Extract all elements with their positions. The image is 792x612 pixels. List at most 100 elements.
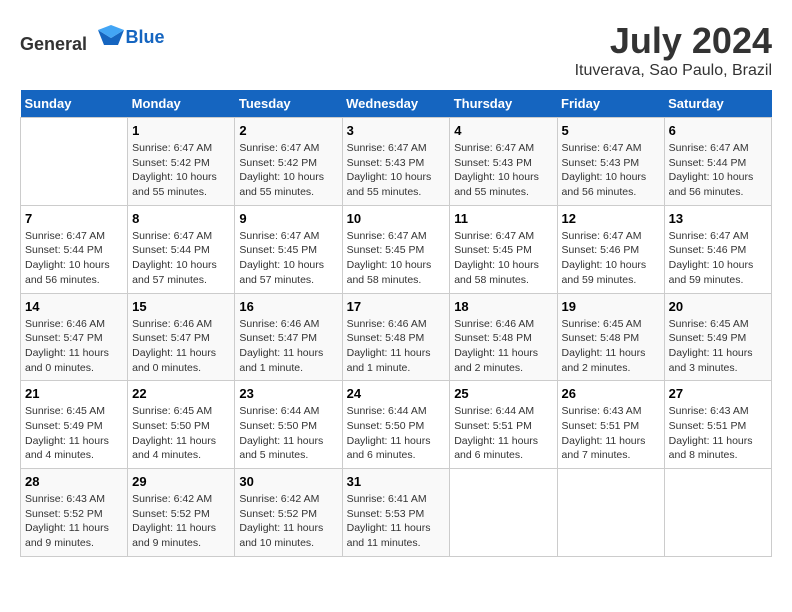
day-number: 6	[669, 123, 767, 138]
calendar-cell: 17 Sunrise: 6:46 AM Sunset: 5:48 PM Dayli…	[342, 293, 450, 381]
calendar-cell	[664, 469, 771, 557]
logo-blue-text: Blue	[126, 27, 165, 47]
day-number: 30	[239, 474, 337, 489]
day-number: 28	[25, 474, 123, 489]
day-info: Sunrise: 6:47 AM Sunset: 5:45 PM Dayligh…	[454, 229, 552, 288]
calendar-cell: 13Sunrise: 6:47 AM Sunset: 5:46 PM Dayli…	[664, 205, 771, 293]
calendar-cell	[21, 118, 128, 206]
calendar-cell: 4 Sunrise: 6:47 AM Sunset: 5:43 PM Daylig…	[450, 118, 557, 206]
day-number: 11	[454, 211, 552, 226]
day-info: Sunrise: 6:47 AM Sunset: 5:43 PM Dayligh…	[562, 141, 660, 200]
day-number: 26	[562, 386, 660, 401]
day-info: Sunrise: 6:43 AM Sunset: 5:51 PM Dayligh…	[669, 404, 767, 463]
calendar-cell: 6 Sunrise: 6:47 AM Sunset: 5:44 PM Daylig…	[664, 118, 771, 206]
header-day-sunday: Sunday	[21, 90, 128, 118]
day-info: Sunrise: 6:47 AM Sunset: 5:44 PM Dayligh…	[25, 229, 123, 288]
calendar-cell: 30 Sunrise: 6:42 AM Sunset: 5:52 PM Dayli…	[235, 469, 342, 557]
day-number: 7	[25, 211, 123, 226]
calendar-cell: 7 Sunrise: 6:47 AM Sunset: 5:44 PM Daylig…	[21, 205, 128, 293]
day-number: 29	[132, 474, 230, 489]
calendar-cell: 16 Sunrise: 6:46 AM Sunset: 5:47 PM Dayli…	[235, 293, 342, 381]
day-info: Sunrise: 6:45 AM Sunset: 5:49 PM Dayligh…	[25, 404, 123, 463]
day-number: 21	[25, 386, 123, 401]
day-info: Sunrise: 6:47 AM Sunset: 5:45 PM Dayligh…	[239, 229, 337, 288]
day-number: 27	[669, 386, 767, 401]
calendar-cell: 20Sunrise: 6:45 AM Sunset: 5:49 PM Dayli…	[664, 293, 771, 381]
day-info: Sunrise: 6:42 AM Sunset: 5:52 PM Dayligh…	[239, 492, 337, 551]
calendar-cell: 14 Sunrise: 6:46 AM Sunset: 5:47 PM Dayli…	[21, 293, 128, 381]
day-info: Sunrise: 6:46 AM Sunset: 5:47 PM Dayligh…	[239, 317, 337, 376]
day-info: Sunrise: 6:47 AM Sunset: 5:44 PM Dayligh…	[132, 229, 230, 288]
day-info: Sunrise: 6:41 AM Sunset: 5:53 PM Dayligh…	[347, 492, 446, 551]
day-number: 23	[239, 386, 337, 401]
day-info: Sunrise: 6:47 AM Sunset: 5:42 PM Dayligh…	[239, 141, 337, 200]
calendar-cell: 21 Sunrise: 6:45 AM Sunset: 5:49 PM Dayli…	[21, 381, 128, 469]
header-day-thursday: Thursday	[450, 90, 557, 118]
day-info: Sunrise: 6:47 AM Sunset: 5:46 PM Dayligh…	[562, 229, 660, 288]
header-day-saturday: Saturday	[664, 90, 771, 118]
day-number: 1	[132, 123, 230, 138]
calendar-cell: 22 Sunrise: 6:45 AM Sunset: 5:50 PM Dayli…	[128, 381, 235, 469]
calendar-cell: 27 Sunrise: 6:43 AM Sunset: 5:51 PM Dayli…	[664, 381, 771, 469]
calendar-cell: 29 Sunrise: 6:42 AM Sunset: 5:52 PM Dayli…	[128, 469, 235, 557]
calendar-cell: 12Sunrise: 6:47 AM Sunset: 5:46 PM Dayli…	[557, 205, 664, 293]
calendar-cell: 5Sunrise: 6:47 AM Sunset: 5:43 PM Daylig…	[557, 118, 664, 206]
calendar-cell: 1Sunrise: 6:47 AM Sunset: 5:42 PM Daylig…	[128, 118, 235, 206]
header: General Blue July 2024 Ituverava, Sao Pa…	[20, 20, 772, 80]
calendar-week-4: 21 Sunrise: 6:45 AM Sunset: 5:49 PM Dayli…	[21, 381, 772, 469]
day-info: Sunrise: 6:43 AM Sunset: 5:51 PM Dayligh…	[562, 404, 660, 463]
day-info: Sunrise: 6:42 AM Sunset: 5:52 PM Dayligh…	[132, 492, 230, 551]
day-number: 18	[454, 299, 552, 314]
day-info: Sunrise: 6:45 AM Sunset: 5:49 PM Dayligh…	[669, 317, 767, 376]
day-number: 19	[562, 299, 660, 314]
calendar-cell: 15Sunrise: 6:46 AM Sunset: 5:47 PM Dayli…	[128, 293, 235, 381]
header-day-friday: Friday	[557, 90, 664, 118]
calendar-cell: 8Sunrise: 6:47 AM Sunset: 5:44 PM Daylig…	[128, 205, 235, 293]
calendar-cell: 10 Sunrise: 6:47 AM Sunset: 5:45 PM Dayli…	[342, 205, 450, 293]
calendar-cell: 24 Sunrise: 6:44 AM Sunset: 5:50 PM Dayli…	[342, 381, 450, 469]
day-info: Sunrise: 6:47 AM Sunset: 5:44 PM Dayligh…	[669, 141, 767, 200]
day-info: Sunrise: 6:47 AM Sunset: 5:43 PM Dayligh…	[347, 141, 446, 200]
day-number: 16	[239, 299, 337, 314]
calendar-week-1: 1 Sunrise: 6:47 AM Sunset: 5:42 PM Daylig…	[21, 118, 772, 206]
day-info: Sunrise: 6:47 AM Sunset: 5:46 PM Dayligh…	[669, 229, 767, 288]
calendar-cell: 25Sunrise: 6:44 AM Sunset: 5:51 PM Dayli…	[450, 381, 557, 469]
calendar-week-5: 28Sunrise: 6:43 AM Sunset: 5:52 PM Dayli…	[21, 469, 772, 557]
day-number: 9	[239, 211, 337, 226]
day-info: Sunrise: 6:46 AM Sunset: 5:48 PM Dayligh…	[454, 317, 552, 376]
calendar-table: SundayMondayTuesdayWednesdayThursdayFrid…	[20, 90, 772, 557]
day-info: Sunrise: 6:44 AM Sunset: 5:50 PM Dayligh…	[239, 404, 337, 463]
calendar-cell: 26 Sunrise: 6:43 AM Sunset: 5:51 PM Dayli…	[557, 381, 664, 469]
calendar-cell: 2Sunrise: 6:47 AM Sunset: 5:42 PM Daylig…	[235, 118, 342, 206]
header-day-wednesday: Wednesday	[342, 90, 450, 118]
day-info: Sunrise: 6:45 AM Sunset: 5:48 PM Dayligh…	[562, 317, 660, 376]
day-info: Sunrise: 6:47 AM Sunset: 5:45 PM Dayligh…	[347, 229, 446, 288]
day-number: 22	[132, 386, 230, 401]
logo-icon	[96, 20, 126, 50]
day-info: Sunrise: 6:44 AM Sunset: 5:51 PM Dayligh…	[454, 404, 552, 463]
header-day-monday: Monday	[128, 90, 235, 118]
day-number: 31	[347, 474, 446, 489]
day-number: 14	[25, 299, 123, 314]
day-number: 24	[347, 386, 446, 401]
calendar-header-row: SundayMondayTuesdayWednesdayThursdayFrid…	[21, 90, 772, 118]
day-info: Sunrise: 6:47 AM Sunset: 5:43 PM Dayligh…	[454, 141, 552, 200]
day-info: Sunrise: 6:45 AM Sunset: 5:50 PM Dayligh…	[132, 404, 230, 463]
calendar-cell: 31 Sunrise: 6:41 AM Sunset: 5:53 PM Dayli…	[342, 469, 450, 557]
calendar-cell: 18 Sunrise: 6:46 AM Sunset: 5:48 PM Dayli…	[450, 293, 557, 381]
calendar-cell: 23 Sunrise: 6:44 AM Sunset: 5:50 PM Dayli…	[235, 381, 342, 469]
day-info: Sunrise: 6:46 AM Sunset: 5:48 PM Dayligh…	[347, 317, 446, 376]
calendar-cell	[450, 469, 557, 557]
day-info: Sunrise: 6:44 AM Sunset: 5:50 PM Dayligh…	[347, 404, 446, 463]
calendar-cell: 19 Sunrise: 6:45 AM Sunset: 5:48 PM Dayli…	[557, 293, 664, 381]
title-area: July 2024 Ituverava, Sao Paulo, Brazil	[575, 20, 772, 80]
day-number: 4	[454, 123, 552, 138]
day-number: 3	[347, 123, 446, 138]
subtitle: Ituverava, Sao Paulo, Brazil	[575, 62, 772, 80]
day-number: 10	[347, 211, 446, 226]
day-number: 17	[347, 299, 446, 314]
day-info: Sunrise: 6:46 AM Sunset: 5:47 PM Dayligh…	[25, 317, 123, 376]
calendar-cell: 11 Sunrise: 6:47 AM Sunset: 5:45 PM Dayli…	[450, 205, 557, 293]
header-day-tuesday: Tuesday	[235, 90, 342, 118]
calendar-week-2: 7 Sunrise: 6:47 AM Sunset: 5:44 PM Daylig…	[21, 205, 772, 293]
